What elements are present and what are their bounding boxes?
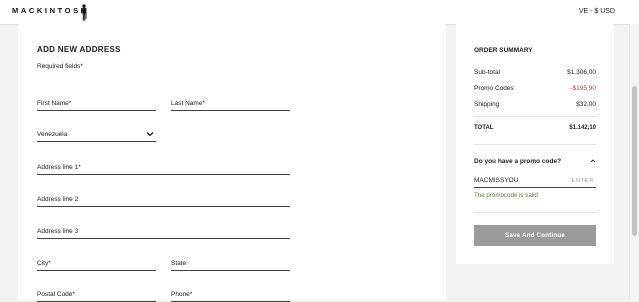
promo-code-input[interactable]: MACMISSYOU ENTER: [474, 175, 596, 188]
phone-label: Phone*: [171, 291, 193, 298]
last-name-label: Last Name*: [171, 100, 205, 107]
total-row: TOTAL $1.142,10: [474, 125, 596, 134]
top-header: MACKINTOSH VE - $ USD: [0, 0, 639, 25]
shipping-value: $32,00: [576, 101, 596, 108]
order-summary-panel: ORDER SUMMARY Sub-total $1.306,00 Promo …: [456, 24, 614, 264]
address-form-panel: ADD NEW ADDRESS Required fields* First N…: [18, 24, 446, 302]
subtotal-value: $1.306,00: [567, 69, 596, 76]
address-line3-label: Address line 3: [37, 228, 79, 235]
shipping-label: Shipping: [474, 101, 500, 108]
country-select[interactable]: Venezuela: [37, 128, 156, 142]
address-line1-label: Address line 1*: [37, 164, 81, 171]
subtotal-label: Sub-total: [474, 69, 501, 76]
promo-codes-row: Promo Codes -$195,90: [474, 85, 596, 94]
currency-selector[interactable]: VE - $ USD: [579, 8, 615, 15]
city-label: City*: [37, 260, 51, 267]
chevron-down-icon: [146, 132, 154, 137]
first-name-label: First Name*: [37, 100, 72, 107]
summary-divider: [474, 212, 596, 213]
order-summary-title: ORDER SUMMARY: [474, 47, 533, 54]
address-line3-field[interactable]: Address line 3: [37, 225, 290, 239]
total-label: TOTAL: [474, 125, 494, 131]
brand-logo[interactable]: MACKINTOSH: [12, 6, 89, 15]
address-line2-label: Address line 2: [37, 196, 79, 203]
city-field[interactable]: City*: [37, 257, 156, 271]
shipping-row: Shipping $32,00: [474, 101, 596, 110]
promo-code-value: MACMISSYOU: [474, 177, 519, 184]
brand-figure-icon: [81, 4, 87, 21]
address-line1-field[interactable]: Address line 1*: [37, 161, 290, 175]
subtotal-row: Sub-total $1.306,00: [474, 69, 596, 78]
promo-code-toggle[interactable]: Do you have a promo code?: [474, 158, 561, 165]
promo-enter-button[interactable]: ENTER: [571, 178, 594, 184]
required-note: Required fields*: [37, 63, 83, 70]
address-line2-field[interactable]: Address line 2: [37, 193, 290, 207]
promo-codes-label: Promo Codes: [474, 85, 514, 92]
page-scrollbar[interactable]: [629, 24, 639, 300]
form-title: ADD NEW ADDRESS: [37, 45, 121, 54]
scrollbar-thumb[interactable]: [632, 86, 637, 236]
first-name-field[interactable]: First Name*: [37, 97, 156, 111]
save-and-continue-button[interactable]: Save And Continue: [474, 225, 596, 246]
summary-divider: [474, 116, 596, 117]
summary-divider: [474, 144, 596, 145]
state-field[interactable]: State: [171, 257, 290, 271]
promo-valid-message: The promocode is valid: [474, 192, 538, 199]
total-value: $1.142,10: [569, 125, 596, 131]
postal-code-label: Postal Code*: [37, 291, 75, 298]
promo-codes-value: -$195,90: [570, 85, 596, 92]
last-name-field[interactable]: Last Name*: [171, 97, 290, 111]
country-value: Venezuela: [37, 131, 68, 138]
chevron-up-icon[interactable]: [590, 158, 596, 164]
state-label: State: [171, 260, 187, 267]
